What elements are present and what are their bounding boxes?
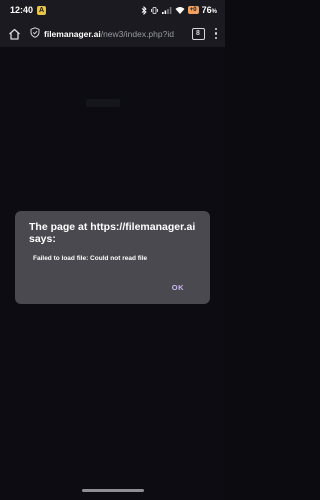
vibrate-icon: [150, 6, 159, 15]
bluetooth-icon: [141, 5, 147, 15]
tab-switcher-button[interactable]: 8: [191, 27, 205, 40]
address-bar[interactable]: filemanager.ai/new3/index.php?id: [30, 25, 188, 43]
status-bar: 12:40 A +0 76%: [0, 0, 225, 20]
status-right: +0 76%: [141, 5, 217, 15]
battery-percent-unit: %: [211, 9, 217, 15]
ok-button[interactable]: OK: [172, 283, 184, 292]
dialog-message: Failed to load file: Could not read file: [33, 255, 148, 262]
signal-icon: [161, 6, 172, 14]
url-path: /new3/index.php?id: [100, 28, 174, 39]
browser-toolbar: filemanager.ai/new3/index.php?id 8: [0, 20, 225, 47]
gesture-nav-handle[interactable]: [82, 489, 144, 492]
status-left: 12:40 A: [10, 5, 47, 15]
url-text[interactable]: filemanager.ai/new3/index.php?id: [44, 29, 174, 39]
battery-percent-value: 76: [201, 5, 212, 15]
site-security-icon[interactable]: [30, 25, 40, 43]
url-domain: filemanager.ai: [44, 28, 101, 39]
battery-saver-badge: +0: [187, 6, 199, 14]
dialog-title: The page at https://filemanager.ai says:: [29, 221, 196, 245]
battery-percent: 76%: [202, 5, 217, 15]
alert-dialog: The page at https://filemanager.ai says:…: [15, 211, 210, 304]
page-placeholder: [86, 99, 120, 107]
notification-icon: A: [37, 5, 47, 15]
status-time: 12:40: [10, 5, 34, 15]
wifi-icon: [175, 6, 185, 14]
home-icon[interactable]: [6, 26, 22, 42]
more-menu-icon[interactable]: [213, 27, 220, 40]
